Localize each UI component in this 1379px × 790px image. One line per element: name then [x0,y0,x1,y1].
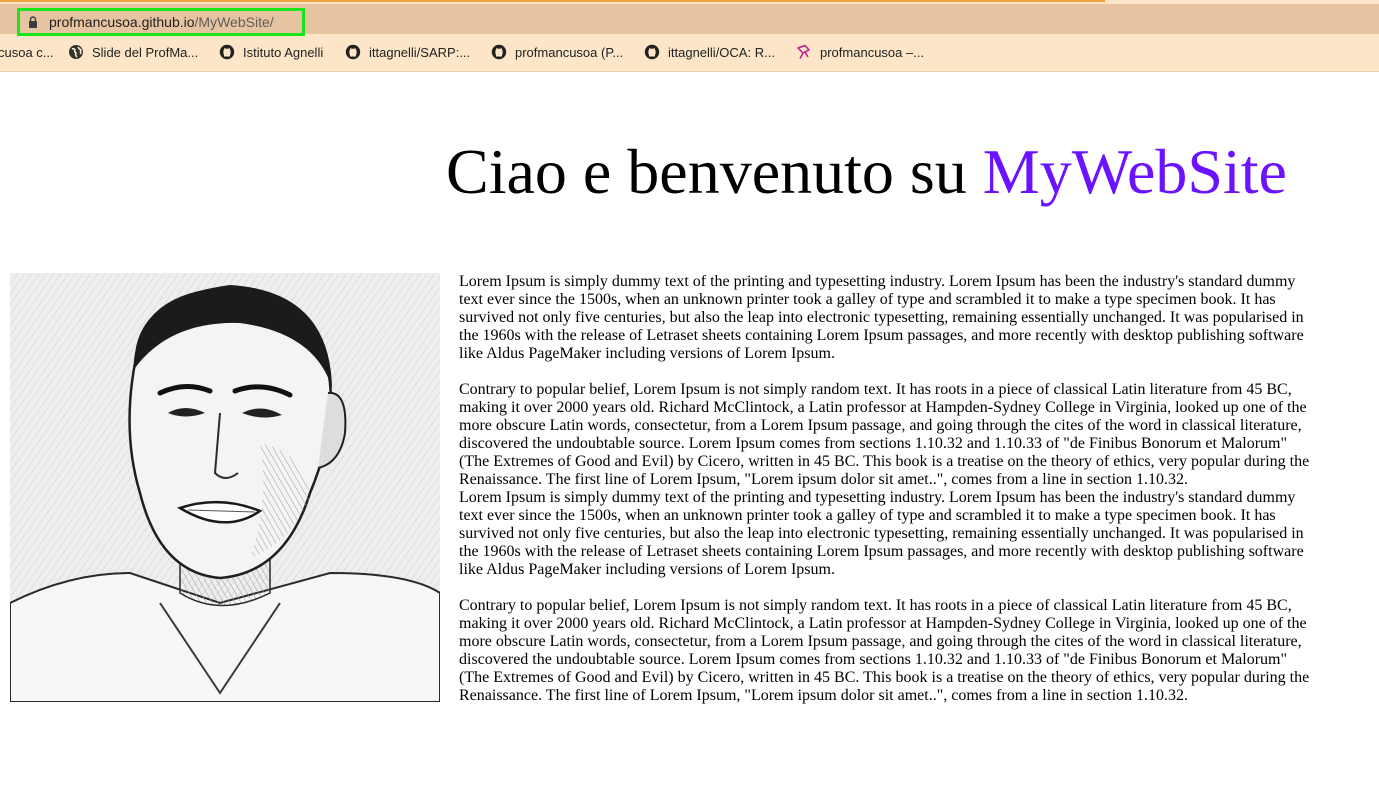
bookmark-label: Slide del ProfMa... [92,44,199,60]
github-icon [644,44,660,60]
bookmark-label: ittagnelli/SARP:... [369,44,471,60]
bookmark-label: cusoa c... [0,44,54,60]
portrait-image [10,273,440,702]
bookmark-item-2[interactable]: Slide del ProfMa... [68,40,198,64]
portrait-sketch [10,273,440,702]
paragraph-2: Contrary to popular belief, Lorem Ipsum … [459,381,1310,488]
bookmark-item-6[interactable]: ittagnelli/OCA: R... [644,40,775,64]
paragraph-4: Contrary to popular belief, Lorem Ipsum … [459,597,1310,704]
github-icon [345,44,361,60]
bookmark-label: profmancusoa –... [820,44,925,60]
url-bar[interactable]: profmancusoa.github.io/MyWebSite/ [0,4,1379,36]
bookmark-item-5[interactable]: profmancusoa (P... [491,40,623,64]
tab-accent-line [0,0,1105,2]
bookmark-label: Istituto Agnelli [243,44,324,60]
bookmark-label: profmancusoa (P... [515,44,624,60]
bookmarks-bar: cusoa c... Slide del ProfMa... Istituto … [0,40,1379,64]
github-icon [219,44,235,60]
paragraph-1: Lorem Ipsum is simply dummy text of the … [459,273,1304,362]
bookmark-item-4[interactable]: ittagnelli/SARP:... [345,40,470,64]
pen-icon [797,44,810,59]
github-icon [491,44,507,60]
browser-toolbar: profmancusoa.github.io/MyWebSite/ cusoa … [0,0,1379,72]
paragraph-3: Lorem Ipsum is simply dummy text of the … [459,489,1304,578]
url-highlight-box [17,8,305,36]
bookmark-item-7[interactable]: profmancusoa –... [796,40,924,64]
page-title-prefix: Ciao e benvenuto su [446,136,983,207]
bookmark-item-3[interactable]: Istituto Agnelli [219,40,323,64]
page-title-brand: MyWebSite [982,136,1287,207]
article-body: Lorem Ipsum is simply dummy text of the … [459,273,1319,705]
bookmark-item-1[interactable]: cusoa c... [0,40,54,64]
page-title: Ciao e benvenuto su MyWebSite [446,136,1287,208]
globe-icon [69,45,83,59]
bookmark-label: ittagnelli/OCA: R... [668,44,775,60]
